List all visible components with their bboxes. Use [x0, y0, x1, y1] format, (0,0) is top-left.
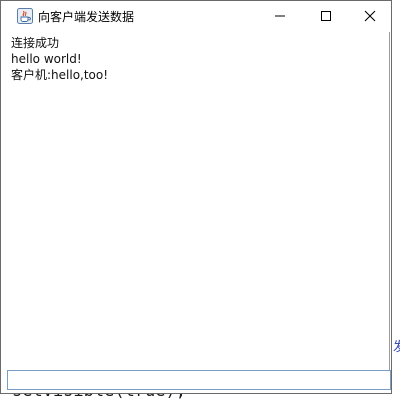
server-window: 向客户端发送数据 连接成功 hello world! 客户机:hello,too…: [0, 0, 392, 394]
title-bar[interactable]: 向客户端发送数据: [1, 1, 391, 31]
minimize-button[interactable]: [257, 1, 303, 31]
close-button[interactable]: [347, 1, 393, 31]
java-cup-icon: [17, 8, 33, 24]
maximize-icon: [320, 7, 332, 26]
message-input[interactable]: [7, 370, 391, 390]
window-title: 向客户端发送数据: [38, 10, 135, 24]
background-code-fragment-right: 发: [393, 340, 400, 355]
close-icon: [364, 7, 376, 26]
minimize-icon: [274, 7, 286, 26]
maximize-button[interactable]: [303, 1, 349, 31]
message-line: 连接成功: [11, 36, 60, 50]
message-line: 客户机:hello,too!: [11, 68, 109, 82]
message-text-area[interactable]: 连接成功 hello world! 客户机:hello,too!: [8, 32, 390, 371]
message-line: hello world!: [11, 52, 82, 66]
